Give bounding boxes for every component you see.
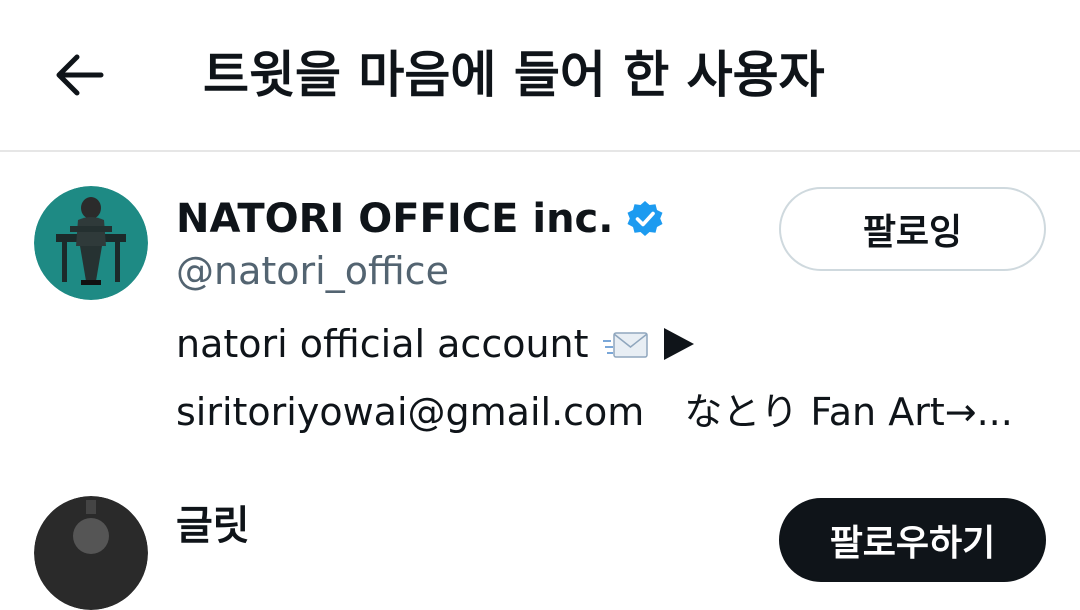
verified-badge-icon	[627, 201, 663, 236]
user-list-item[interactable]: 글릿 팔로우하기	[0, 470, 1080, 610]
user-name-line: NATORI OFFICE inc.	[176, 193, 665, 245]
user-handle: @natori_office	[176, 249, 449, 293]
user-bio: natori official account siritoriyowai@gm…	[176, 310, 1036, 446]
display-name: NATORI OFFICE inc.	[176, 196, 614, 242]
play-triangle-icon	[663, 328, 694, 360]
user-list-item[interactable]: NATORI OFFICE inc. @natori_office natori…	[0, 153, 1080, 453]
arrow-left-icon	[56, 54, 104, 96]
follow-button[interactable]: 팔로우하기	[779, 498, 1046, 582]
incoming-envelope-icon	[602, 332, 648, 358]
avatar[interactable]	[34, 496, 148, 610]
avatar[interactable]	[34, 186, 148, 300]
back-button[interactable]	[40, 36, 118, 114]
bio-email-link[interactable]: siritoriyowai@gmail.com	[176, 378, 644, 446]
top-app-bar: 트윗을 마음에 들어 한 사용자	[0, 0, 1080, 152]
following-button[interactable]: 팔로잉	[779, 187, 1046, 271]
bio-text-continued: なとり Fan Art→...	[684, 390, 1013, 434]
bio-text: natori official account	[176, 322, 589, 366]
display-name: 글릿	[176, 503, 250, 549]
page-title: 트윗을 마음에 들어 한 사용자	[203, 46, 825, 104]
